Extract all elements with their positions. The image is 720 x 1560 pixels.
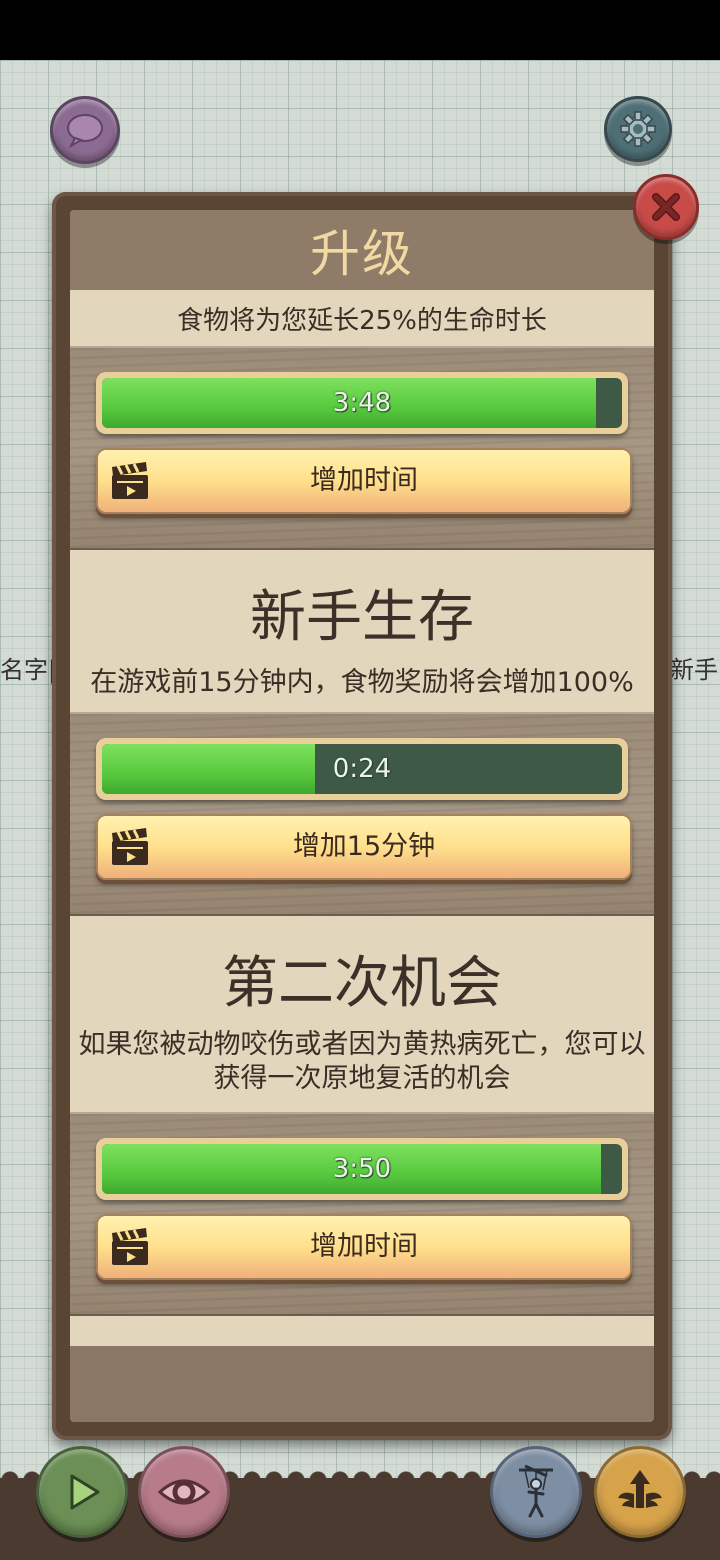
close-x-icon bbox=[652, 193, 680, 221]
play-button[interactable] bbox=[36, 1446, 128, 1538]
newbie-timer-bar: 0:24 bbox=[96, 738, 628, 800]
section-second-chance-title: 第二次机会 bbox=[222, 951, 502, 1016]
section-second-chance-description: 如果您被动物咬伤或者因为黄热病死亡，您可以获得一次原地复活的机会 bbox=[78, 1029, 646, 1094]
section-food-description: 食物将为您延长25%的生命时长 bbox=[177, 306, 547, 336]
puppet-button[interactable] bbox=[490, 1446, 582, 1538]
background-left-text: 名字| bbox=[0, 656, 57, 684]
food-timer-text: 3:48 bbox=[332, 388, 392, 418]
second-chance-timer-track: 3:50 bbox=[102, 1144, 622, 1194]
food-timer-bar: 3:48 bbox=[96, 372, 628, 434]
section-newbie-info: 新手生存 在游戏前15分钟内，食物奖励将会增加100% bbox=[70, 550, 654, 712]
food-add-time-label: 增加时间 bbox=[310, 465, 418, 496]
newbie-add-15min-label: 增加15分钟 bbox=[292, 831, 436, 862]
winged-arrow-icon bbox=[618, 1470, 662, 1508]
gear-icon bbox=[620, 111, 656, 147]
section-next-partial bbox=[70, 1316, 654, 1346]
food-timer-track: 3:48 bbox=[102, 378, 622, 428]
second-chance-timer-bar: 3:50 bbox=[96, 1138, 628, 1200]
second-chance-add-time-label: 增加时间 bbox=[310, 1231, 418, 1262]
section-newbie-description: 在游戏前15分钟内，食物奖励将会增加100% bbox=[90, 667, 634, 698]
panel-title-bar: 升级 bbox=[70, 210, 654, 290]
food-add-time-button[interactable]: 增加时间 bbox=[96, 448, 632, 514]
background-right-text: 新手 bbox=[670, 656, 718, 684]
section-second-chance-controls: 3:50 增加时间 bbox=[70, 1112, 654, 1316]
eye-icon bbox=[157, 1479, 211, 1505]
settings-button[interactable] bbox=[604, 96, 672, 162]
newbie-add-15min-button[interactable]: 增加15分钟 bbox=[96, 814, 632, 880]
newbie-timer-track: 0:24 bbox=[102, 744, 622, 794]
play-icon bbox=[70, 1474, 100, 1510]
section-food-controls: 3:48 增加时间 bbox=[70, 346, 654, 550]
chat-button[interactable] bbox=[50, 96, 120, 164]
section-second-chance-info: 第二次机会 如果您被动物咬伤或者因为黄热病死亡，您可以获得一次原地复活的机会 bbox=[70, 916, 654, 1112]
section-newbie-title: 新手生存 bbox=[250, 585, 474, 650]
chat-bubble-icon bbox=[67, 114, 103, 148]
second-chance-timer-text: 3:50 bbox=[332, 1154, 392, 1184]
puppet-icon bbox=[519, 1464, 553, 1518]
view-button[interactable] bbox=[138, 1446, 230, 1538]
upgrade-button[interactable] bbox=[594, 1446, 686, 1538]
status-bar bbox=[0, 0, 720, 60]
panel-title: 升级 bbox=[310, 225, 414, 283]
section-newbie-controls: 0:24 增加15分钟 bbox=[70, 712, 654, 916]
newbie-timer-text: 0:24 bbox=[332, 754, 392, 784]
upgrade-panel: 升级 食物将为您延长25%的生命时长 3:48 增加时间 新手生存 在游戏前15… bbox=[52, 192, 672, 1440]
second-chance-add-time-button[interactable]: 增加时间 bbox=[96, 1214, 632, 1280]
upgrade-panel-body: 升级 食物将为您延长25%的生命时长 3:48 增加时间 新手生存 在游戏前15… bbox=[70, 210, 654, 1422]
close-button[interactable] bbox=[633, 174, 699, 240]
section-food-info: 食物将为您延长25%的生命时长 bbox=[70, 290, 654, 346]
